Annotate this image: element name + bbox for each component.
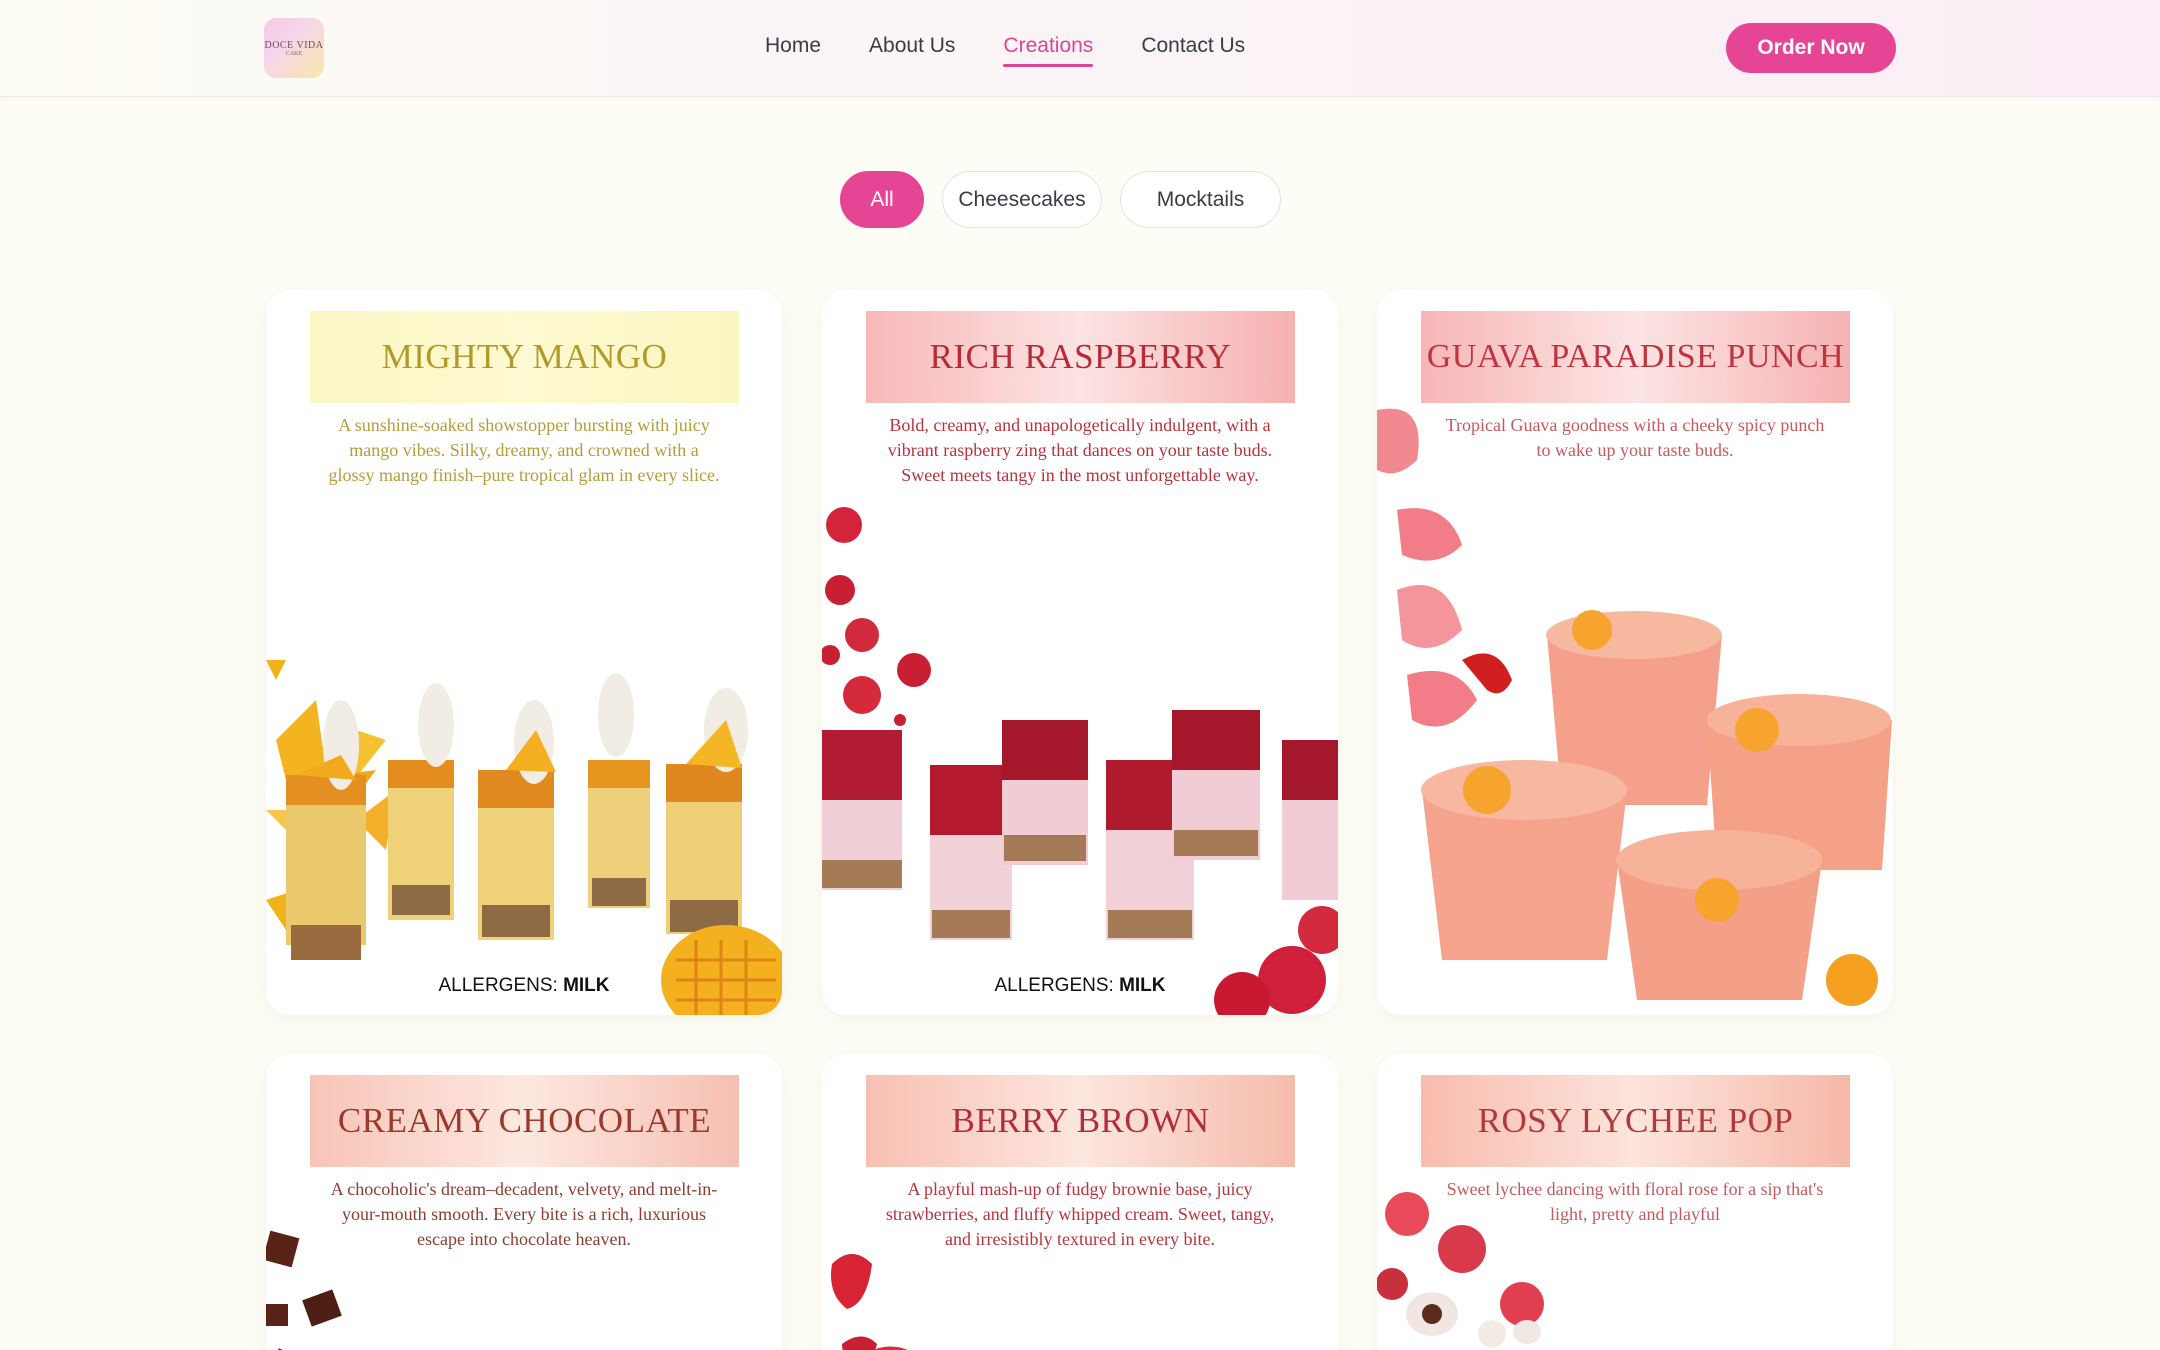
card-title: BERRY BROWN <box>866 1075 1295 1167</box>
card-description: A playful mash-up of fudgy brownie base,… <box>885 1179 1275 1249</box>
allergen-label: ALLERGENS: <box>438 975 558 996</box>
card-description: Sweet lychee dancing with floral rose fo… <box>1446 1179 1824 1224</box>
card-description: Bold, creamy, and unapologetically indul… <box>887 415 1273 485</box>
logo-subtext: CAKE <box>285 50 303 57</box>
product-card[interactable]: GUAVA PARADISE PUNCH Tropical Guava good… <box>1377 290 1893 1015</box>
card-title: MIGHTY MANGO <box>310 311 739 403</box>
allergen-info: ALLERGENS: MILK <box>822 975 1338 997</box>
filter-cheesecakes[interactable]: Cheesecakes <box>942 171 1102 228</box>
filter-all[interactable]: All <box>840 171 924 228</box>
filter-mocktails[interactable]: Mocktails <box>1120 171 1281 228</box>
guava-punch-image <box>1377 370 1893 1015</box>
card-description: A sunshine-soaked showstopper bursting w… <box>328 415 720 485</box>
main-nav: Home About Us Creations Contact Us <box>765 34 1245 67</box>
allergen-value: MILK <box>563 975 610 996</box>
brand-logo[interactable]: DOCE VIDA CAKE <box>264 18 324 78</box>
card-title: GUAVA PARADISE PUNCH <box>1421 311 1850 403</box>
allergen-value: MILK <box>1119 975 1166 996</box>
product-card[interactable]: ROSY LYCHEE POP Sweet lychee dancing wit… <box>1377 1054 1893 1350</box>
product-card[interactable]: BERRY BROWN A playful mash-up of fudgy b… <box>822 1054 1338 1350</box>
site-header: DOCE VIDA CAKE Home About Us Creations C… <box>0 0 2160 97</box>
nav-contact-us[interactable]: Contact Us <box>1141 34 1245 58</box>
product-card[interactable]: CREAMY CHOCOLATE A chocoholic's dream–de… <box>266 1054 782 1350</box>
order-now-button[interactable]: Order Now <box>1726 23 1896 73</box>
logo-text: DOCE VIDA <box>264 39 324 51</box>
nav-about-us[interactable]: About Us <box>869 34 955 58</box>
allergen-info: ALLERGENS: MILK <box>266 975 782 997</box>
product-card[interactable]: MIGHTY MANGO A sunshine-soaked showstopp… <box>266 290 782 1015</box>
mango-cheesecake-image <box>266 660 782 1015</box>
nav-home[interactable]: Home <box>765 34 821 58</box>
card-description: Tropical Guava goodness with a cheeky sp… <box>1445 415 1825 460</box>
card-title: RICH RASPBERRY <box>866 311 1295 403</box>
category-filters: All Cheesecakes Mocktails <box>840 171 1281 228</box>
card-title: CREAMY CHOCOLATE <box>310 1075 739 1167</box>
product-card[interactable]: RICH RASPBERRY Bold, creamy, and unapolo… <box>822 290 1338 1015</box>
card-description: A chocoholic's dream–decadent, velvety, … <box>330 1179 718 1249</box>
nav-creations[interactable]: Creations <box>1003 34 1093 67</box>
card-title: ROSY LYCHEE POP <box>1421 1075 1850 1167</box>
allergen-label: ALLERGENS: <box>994 975 1114 996</box>
